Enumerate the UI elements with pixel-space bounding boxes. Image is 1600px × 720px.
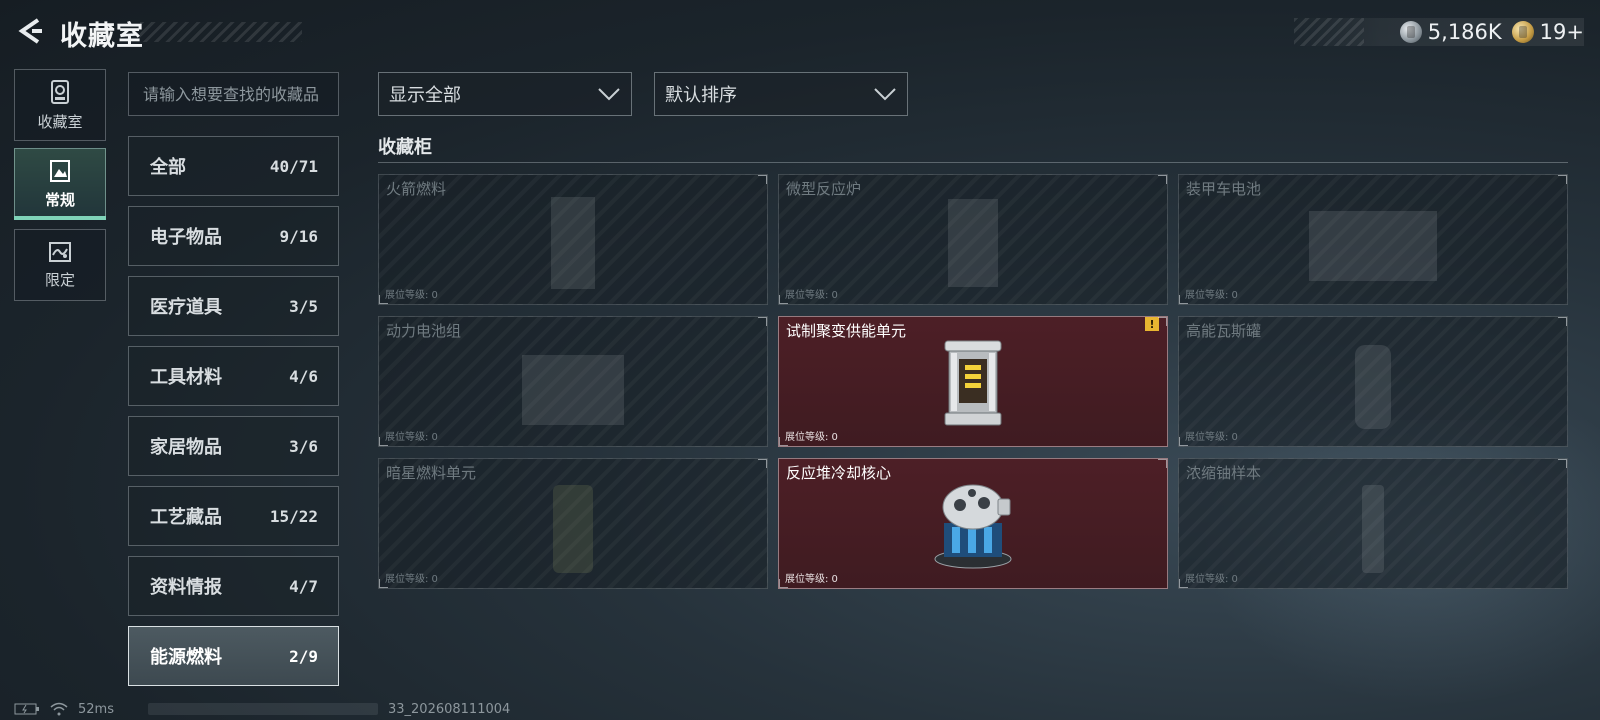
slot-name: 动力电池组 <box>386 322 462 340</box>
category-item-household[interactable]: 家居物品 3/6 <box>128 416 339 476</box>
back-arrow-icon <box>18 18 42 44</box>
slot-name: 反应堆冷却核心 <box>786 464 892 482</box>
category-count: 15/22 <box>269 506 318 526</box>
sort-dropdown-value: 默认排序 <box>665 85 737 106</box>
silver-currency[interactable]: 5,186K <box>1399 20 1502 44</box>
rail-item-regular[interactable]: 常规 <box>14 148 106 220</box>
collection-slot[interactable]: 火箭燃料 展位等级: 0 <box>378 174 768 305</box>
slot-level: 展位等级: 0 <box>385 432 438 443</box>
category-item-tools[interactable]: 工具材料 4/6 <box>128 346 339 406</box>
wifi-icon <box>50 702 68 716</box>
collection-slot[interactable]: 暗星燃料单元 展位等级: 0 <box>378 458 768 589</box>
collection-grid: 火箭燃料 展位等级: 0 微型反应炉 展位等级: 0 装甲车电池 展位等级: 0… <box>378 174 1568 589</box>
back-button[interactable] <box>14 14 48 48</box>
micro-reactor-icon <box>948 199 998 287</box>
collection-slot[interactable]: 高能瓦斯罐 展位等级: 0 <box>1178 316 1568 447</box>
sort-dropdown[interactable]: 默认排序 <box>654 72 908 116</box>
slot-level: 展位等级: 0 <box>785 574 838 585</box>
battery-icon <box>14 703 39 715</box>
slot-level: 展位等级: 0 <box>385 574 438 585</box>
silver-currency-value: 5,186K <box>1427 20 1502 44</box>
category-count: 9/16 <box>279 226 318 246</box>
category-name: 工艺藏品 <box>150 507 222 528</box>
category-count: 3/5 <box>289 296 318 316</box>
darkstar-fuel-cell-icon <box>553 485 593 573</box>
section-divider <box>378 162 1568 163</box>
fusion-power-unit-icon <box>944 340 1002 426</box>
filter-dropdown-value: 显示全部 <box>389 85 461 106</box>
category-item-electronics[interactable]: 电子物品 9/16 <box>128 206 339 266</box>
category-count: 4/7 <box>289 576 318 596</box>
armored-battery-icon <box>1309 211 1437 281</box>
title-decoration <box>140 22 302 42</box>
slot-level: 展位等级: 0 <box>1185 432 1238 443</box>
ping-value: 52ms <box>78 701 114 717</box>
regular-icon <box>50 159 70 182</box>
slot-name: 微型反应炉 <box>786 180 862 198</box>
gold-currency-value: 19+ <box>1539 20 1584 44</box>
chevron-down-icon <box>874 88 896 101</box>
slot-name: 火箭燃料 <box>386 180 447 198</box>
category-count: 3/6 <box>289 436 318 456</box>
section-title: 收藏柜 <box>378 137 432 158</box>
category-count: 40/71 <box>269 156 318 176</box>
category-item-energy[interactable]: 能源燃料 2/9 <box>128 626 339 686</box>
category-item-medical[interactable]: 医疗道具 3/5 <box>128 276 339 336</box>
enriched-uranium-icon <box>1362 485 1384 573</box>
page-title: 收藏室 <box>60 21 144 52</box>
category-name: 资料情报 <box>150 577 222 598</box>
collection-room-icon <box>51 79 69 104</box>
slot-level: 展位等级: 0 <box>385 290 438 301</box>
collection-slot[interactable]: 动力电池组 展位等级: 0 <box>378 316 768 447</box>
limited-icon <box>49 241 71 262</box>
slot-level: 展位等级: 0 <box>1185 290 1238 301</box>
gold-currency[interactable]: 19+ <box>1511 20 1584 44</box>
category-item-crafts[interactable]: 工艺藏品 15/22 <box>128 486 339 546</box>
gold-coin-icon <box>1511 21 1534 43</box>
status-bar: 52ms 33_202608111004 <box>14 700 510 718</box>
currency-decoration <box>1294 18 1364 46</box>
build-id: 33_202608111004 <box>387 701 511 717</box>
rail-label: 常规 <box>44 190 75 209</box>
slot-name: 高能瓦斯罐 <box>1186 322 1262 340</box>
slot-name: 试制聚变供能单元 <box>786 322 907 340</box>
rail-label: 收藏室 <box>37 112 83 131</box>
category-name: 家居物品 <box>150 437 222 458</box>
collection-slot[interactable]: 装甲车电池 展位等级: 0 <box>1178 174 1568 305</box>
currency-bar: 5,186K 19+ <box>1294 18 1584 46</box>
collection-slot[interactable]: 反应堆冷却核心 展位等级: 0 <box>778 458 1168 589</box>
rail-item-collection-room[interactable]: 收藏室 <box>14 69 106 141</box>
gas-canister-icon <box>1355 345 1391 429</box>
collection-slot[interactable]: 试制聚变供能单元 ! 展位等级: 0 <box>778 316 1168 447</box>
redacted-text <box>147 703 378 715</box>
category-name: 工具材料 <box>150 367 222 388</box>
category-count: 4/6 <box>289 366 318 386</box>
slot-level: 展位等级: 0 <box>785 290 838 301</box>
silver-coin-icon <box>1399 21 1422 43</box>
category-name: 能源燃料 <box>150 647 222 668</box>
category-name: 电子物品 <box>150 227 222 248</box>
category-count: 2/9 <box>289 646 318 666</box>
rail-label: 限定 <box>44 270 75 289</box>
category-item-all[interactable]: 全部 40/71 <box>128 136 339 196</box>
slot-level: 展位等级: 0 <box>785 432 838 443</box>
warning-badge-icon: ! <box>1145 317 1159 331</box>
category-name: 医疗道具 <box>150 297 222 318</box>
category-name: 全部 <box>150 157 186 178</box>
slot-name: 浓缩铀样本 <box>1186 464 1262 482</box>
filter-dropdown[interactable]: 显示全部 <box>378 72 632 116</box>
slot-name: 暗星燃料单元 <box>386 464 477 482</box>
search-input[interactable] <box>128 72 339 116</box>
reactor-cooling-core-icon <box>934 484 1012 569</box>
category-item-intel[interactable]: 资料情报 4/7 <box>128 556 339 616</box>
power-battery-pack-icon <box>522 355 624 425</box>
rocket-fuel-icon <box>551 197 595 289</box>
rail-item-limited[interactable]: 限定 <box>14 229 106 301</box>
slot-name: 装甲车电池 <box>1186 180 1262 198</box>
collection-slot[interactable]: 浓缩铀样本 展位等级: 0 <box>1178 458 1568 589</box>
chevron-down-icon <box>598 88 620 101</box>
collection-slot[interactable]: 微型反应炉 展位等级: 0 <box>778 174 1168 305</box>
slot-level: 展位等级: 0 <box>1185 574 1238 585</box>
